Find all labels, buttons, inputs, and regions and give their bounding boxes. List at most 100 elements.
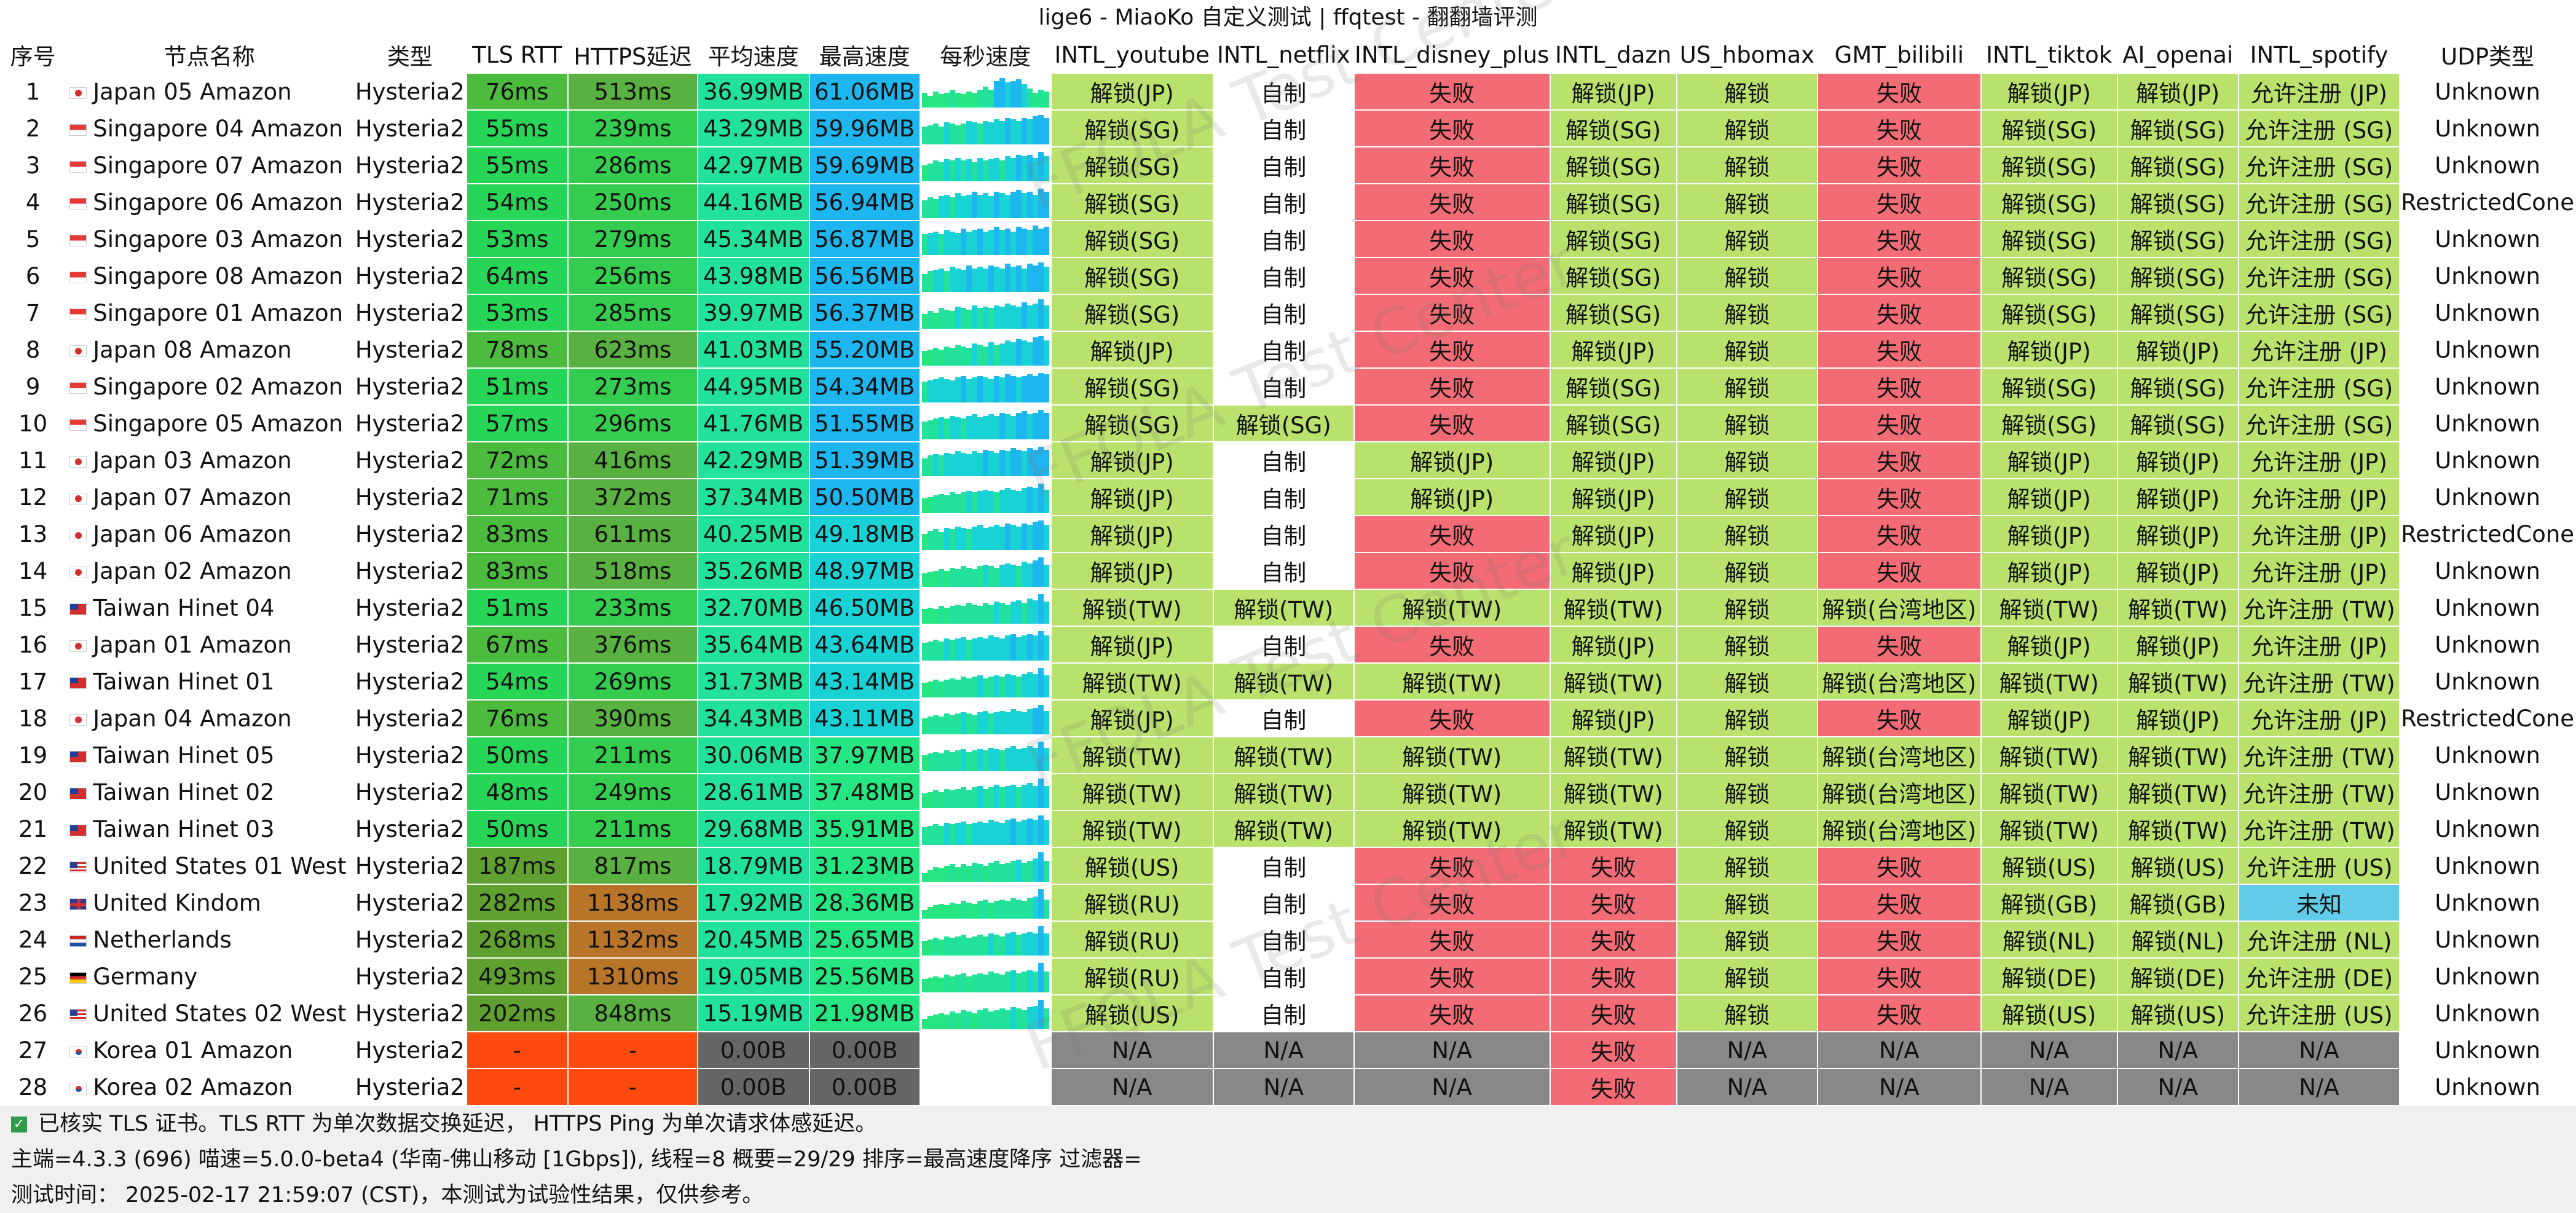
- spark-bar: [1021, 933, 1027, 956]
- col-index-header[interactable]: 序号: [0, 36, 66, 74]
- col-node-name-cell: Singapore 05 Amazon: [65, 404, 355, 442]
- col-tls-rtt-cell: 48ms: [465, 773, 569, 811]
- col-youtube-cell: 解锁(US): [1050, 994, 1214, 1032]
- spark-bar: [1021, 820, 1027, 845]
- spark-bar: [1004, 451, 1010, 476]
- spark-bar: [1021, 411, 1027, 439]
- col-index-cell: 14: [0, 552, 66, 590]
- col-per-second-speed-header[interactable]: 每秒速度: [919, 36, 1052, 74]
- col-tiktok-cell: 解锁(JP): [1980, 552, 2118, 590]
- table-row[interactable]: 7 Singapore 01 Amazon Hysteria2 53ms 285ms 39…: [0, 294, 2576, 332]
- col-hbomax-cell: 解锁: [1676, 662, 1819, 701]
- spark-bar: [966, 568, 972, 587]
- spark-bar: [921, 793, 928, 808]
- spark-bar: [1010, 675, 1016, 697]
- col-hbomax-header[interactable]: US_hbomax: [1676, 36, 1819, 74]
- table-row[interactable]: 20 Taiwan Hinet 02 Hysteria2 48ms 249ms 28.61…: [0, 773, 2576, 811]
- table-row[interactable]: 14 Japan 02 Amazon Hysteria2 83ms 518ms 35.26…: [0, 552, 2576, 590]
- col-udp-type-cell: Unknown: [2399, 589, 2576, 627]
- spark-bar: [993, 305, 999, 329]
- col-https-latency-cell: 250ms: [567, 183, 698, 221]
- spark-bar: [993, 822, 999, 845]
- table-row[interactable]: 10 Singapore 05 Amazon Hysteria2 57ms 296ms 4…: [0, 404, 2576, 442]
- table-row[interactable]: 26 United States 02 West Hysteria2 202ms 848…: [0, 994, 2576, 1032]
- table-row[interactable]: 9 Singapore 02 Amazon Hysteria2 51ms 273ms 44…: [0, 367, 2576, 406]
- table-row[interactable]: 6 Singapore 08 Amazon Hysteria2 64ms 256ms 43…: [0, 257, 2576, 295]
- table-row[interactable]: 24 Netherlands Hysteria2 268ms 1132ms 20.45MB…: [0, 921, 2576, 959]
- table-row[interactable]: 27 Korea 01 Amazon Hysteria2- -0.00B 0.00B N/…: [0, 1031, 2576, 1069]
- col-avg-speed-header[interactable]: 平均速度: [696, 36, 810, 74]
- col-tiktok-header[interactable]: INTL_tiktok: [1980, 36, 2118, 74]
- col-type-header[interactable]: 类型: [353, 36, 467, 74]
- spark-bar: [938, 350, 944, 366]
- spark-bar: [960, 566, 966, 587]
- col-youtube-cell: 解锁(TW): [1050, 662, 1214, 701]
- table-row[interactable]: 5 Singapore 03 Amazon Hysteria2 53ms 279ms 45…: [0, 220, 2576, 258]
- spark-bar: [927, 716, 933, 734]
- table-row[interactable]: 18 Japan 04 Amazon Hysteria2 76ms 390ms 34.43…: [0, 699, 2576, 737]
- table-row[interactable]: 2 Singapore 04 Amazon Hysteria2 55ms 239ms 43…: [0, 109, 2576, 147]
- col-netflix-cell: 解锁(TW): [1212, 589, 1355, 627]
- table-row[interactable]: 19 Taiwan Hinet 05 Hysteria2 50ms 211ms 30.06…: [0, 736, 2576, 774]
- table-row[interactable]: 25 Germany Hysteria2 493ms 1310ms 19.05MB 25.5…: [0, 957, 2576, 995]
- col-node-name-header[interactable]: 节点名称: [65, 36, 355, 74]
- col-max-speed-header[interactable]: 最高速度: [808, 36, 921, 74]
- table-row[interactable]: 23 United Kindom Hysteria2 282ms 1138ms 17.92…: [0, 884, 2576, 922]
- table-row[interactable]: 12 Japan 07 Amazon Hysteria2 71ms 372ms 37.34…: [0, 478, 2576, 516]
- col-dazn-header[interactable]: INTL_dazn: [1549, 36, 1677, 74]
- col-tiktok-cell: 解锁(TW): [1980, 810, 2118, 848]
- window-title: lige6 - MiaoKo 自定义测试 | ffqtest - 翻翻墙评测: [0, 0, 2576, 36]
- col-tls-rtt-header[interactable]: TLS RTT: [465, 36, 569, 74]
- col-dazn-cell: 失败: [1549, 994, 1677, 1032]
- table-row[interactable]: 16 Japan 01 Amazon Hysteria2 67ms 376ms 35.64…: [0, 626, 2576, 664]
- spark-bar: [932, 199, 939, 218]
- spark-bar: [1021, 376, 1027, 402]
- speed-sparkline: [919, 1068, 1052, 1106]
- speed-sparkline: [919, 146, 1052, 184]
- spark-bar: [949, 311, 955, 329]
- table-row[interactable]: 8 Japan 08 Amazon Hysteria2 78ms 623ms 41.03M…: [0, 331, 2576, 369]
- col-disney-plus-cell: 解锁(TW): [1353, 773, 1551, 811]
- table-row[interactable]: 17 Taiwan Hinet 01 Hysteria2 54ms 269ms 31.73…: [0, 662, 2576, 701]
- col-type-cell: Hysteria2: [353, 183, 467, 221]
- col-node-name-cell: Singapore 06 Amazon: [65, 183, 355, 221]
- col-netflix-header[interactable]: INTL_netflix: [1212, 36, 1355, 74]
- node-name: Japan 06 Amazon: [93, 520, 292, 548]
- table-row[interactable]: 13 Japan 06 Amazon Hysteria2 83ms 611ms 40.25…: [0, 515, 2576, 553]
- table-row[interactable]: 1 Japan 05 Amazon Hysteria2 76ms 513ms 36.99M…: [0, 73, 2576, 111]
- col-https-latency-cell: 817ms: [567, 847, 698, 885]
- col-disney-plus-cell: 失败: [1353, 146, 1551, 184]
- spark-bar: [1015, 677, 1022, 697]
- table-row[interactable]: 28 Korea 02 Amazon Hysteria2- -0.00B 0.00B N/…: [0, 1068, 2576, 1106]
- spark-bar: [999, 750, 1005, 771]
- col-spotify-header[interactable]: INTL_spotify: [2237, 36, 2401, 74]
- table-row[interactable]: 11 Japan 03 Amazon Hysteria2 72ms 416ms 42.29…: [0, 441, 2576, 479]
- spark-bar: [943, 975, 950, 992]
- table-row[interactable]: 15 Taiwan Hinet 04 Hysteria2 51ms 233ms 32.70…: [0, 589, 2576, 627]
- spark-bar: [1038, 262, 1044, 292]
- spark-bar: [971, 93, 977, 108]
- col-tls-rtt-cell: 54ms: [465, 183, 569, 221]
- col-https-latency-header[interactable]: HTTPS延迟: [567, 36, 698, 74]
- col-hbomax-cell: 解锁: [1676, 146, 1819, 184]
- speed-sparkline: [919, 257, 1052, 295]
- table-row[interactable]: 3 Singapore 07 Amazon Hysteria2 55ms 286ms 42…: [0, 146, 2576, 184]
- col-netflix-cell: 解锁(TW): [1212, 736, 1355, 774]
- table-row[interactable]: 22 United States 01 West Hysteria2 187ms 817…: [0, 847, 2576, 885]
- table-row[interactable]: 4 Singapore 06 Amazon Hysteria2 54ms 250ms 44…: [0, 183, 2576, 221]
- spark-bar: [960, 528, 966, 550]
- col-bilibili-header[interactable]: GMT_bilibili: [1817, 36, 1982, 74]
- col-index-cell: 5: [0, 220, 66, 258]
- spark-bar: [1021, 84, 1027, 108]
- table-row[interactable]: 21 Taiwan Hinet 03 Hysteria2 50ms 211ms 29.68…: [0, 810, 2576, 848]
- spark-bar: [949, 348, 955, 366]
- col-avg-speed-cell: 29.68MB: [696, 810, 810, 848]
- col-dazn-cell: 失败: [1549, 884, 1677, 922]
- spark-bar: [988, 451, 994, 476]
- spark-bar: [977, 1010, 983, 1029]
- spark-bar: [1043, 156, 1049, 181]
- col-openai-header[interactable]: AI_openai: [2116, 36, 2239, 74]
- col-udp-type-header[interactable]: UDP类型: [2399, 36, 2576, 74]
- col-youtube-header[interactable]: INTL_youtube: [1050, 36, 1214, 74]
- col-disney-plus-header[interactable]: INTL_disney_plus: [1353, 36, 1551, 74]
